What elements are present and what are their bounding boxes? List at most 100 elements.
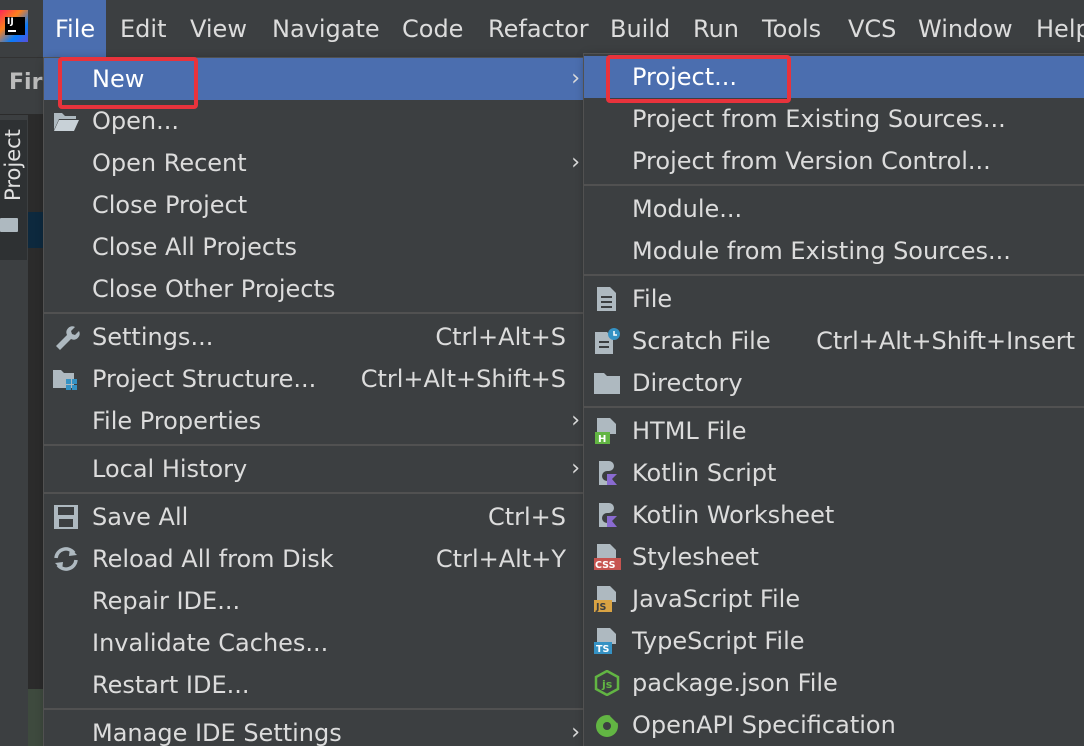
submenu-item-openapi-specification[interactable]: OpenAPI Specification — [584, 704, 1084, 746]
menu-separator — [44, 708, 583, 710]
menu-item-label: package.json File — [632, 669, 838, 697]
menu-item-settings[interactable]: Settings... Ctrl+Alt+S — [44, 316, 583, 358]
package-json-icon: js — [594, 670, 620, 696]
menu-item-file-properties[interactable]: File Properties › — [44, 400, 583, 442]
menu-item-label: Scratch File — [632, 327, 771, 355]
menu-item-label: Save All — [92, 503, 189, 531]
menu-separator — [44, 444, 583, 446]
menu-item-restart-ide[interactable]: Restart IDE... — [44, 664, 583, 706]
menu-item-label: Project from Version Control... — [632, 147, 991, 175]
chevron-right-icon: › — [571, 150, 580, 175]
menu-item-project-structure[interactable]: Project Structure... Ctrl+Alt+Shift+S — [44, 358, 583, 400]
svg-text:js: js — [601, 678, 613, 691]
menu-edit[interactable]: Edit — [120, 0, 166, 57]
menu-item-label: Restart IDE... — [92, 671, 250, 699]
wrench-icon — [56, 326, 80, 350]
menu-item-label: Project from Existing Sources... — [632, 105, 1006, 133]
svg-text:CSS: CSS — [595, 560, 616, 570]
javascript-file-icon: JS — [594, 586, 616, 612]
shortcut-text: Ctrl+S — [487, 503, 566, 531]
new-submenu: Project... Project from Existing Sources… — [583, 53, 1084, 746]
project-tab-label: Project — [1, 129, 25, 201]
chevron-right-icon: › — [571, 66, 580, 91]
menu-help[interactable]: Help — [1036, 0, 1084, 57]
menu-item-label: Project... — [632, 63, 737, 91]
menu-item-close-other-projects[interactable]: Close Other Projects — [44, 268, 583, 310]
menu-code[interactable]: Code — [402, 0, 463, 57]
submenu-item-package-json-file[interactable]: js package.json File — [584, 662, 1084, 704]
save-icon — [54, 505, 78, 529]
menu-vcs[interactable]: VCS — [848, 0, 896, 57]
menu-item-close-project[interactable]: Close Project — [44, 184, 583, 226]
submenu-item-project[interactable]: Project... — [584, 56, 1084, 98]
menu-item-reload-all-from-disk[interactable]: Reload All from Disk Ctrl+Alt+Y — [44, 538, 583, 580]
menu-item-label: Project Structure... — [92, 365, 317, 393]
submenu-item-html-file[interactable]: H HTML File — [584, 410, 1084, 452]
menu-separator — [44, 492, 583, 494]
menu-item-label: JavaScript File — [632, 585, 801, 613]
chevron-right-icon: › — [571, 720, 580, 745]
menu-item-local-history[interactable]: Local History › — [44, 448, 583, 490]
menu-item-label: File Properties — [92, 407, 262, 435]
selected-tree-row[interactable] — [28, 212, 44, 248]
svg-text:H: H — [598, 434, 606, 444]
menu-item-label: File — [632, 285, 673, 313]
chevron-right-icon: › — [571, 408, 580, 433]
menu-item-manage-ide-settings[interactable]: Manage IDE Settings › — [44, 712, 583, 746]
submenu-item-project-from-existing-sources[interactable]: Project from Existing Sources... — [584, 98, 1084, 140]
scratch-file-icon — [595, 328, 620, 354]
menu-navigate[interactable]: Navigate — [272, 0, 380, 57]
submenu-item-stylesheet[interactable]: CSS Stylesheet — [584, 536, 1084, 578]
menu-item-repair-ide[interactable]: Repair IDE... — [44, 580, 583, 622]
menu-item-label: OpenAPI Specification — [632, 711, 896, 739]
ide-window: Firs Project IJ File Edit View Navigate … — [0, 0, 1084, 746]
submenu-item-file[interactable]: File — [584, 278, 1084, 320]
menu-window[interactable]: Window — [918, 0, 1013, 57]
chevron-right-icon: › — [571, 456, 580, 481]
submenu-item-scratch-file[interactable]: Scratch File Ctrl+Alt+Shift+Insert — [584, 320, 1084, 362]
submenu-item-module-from-existing-sources[interactable]: Module from Existing Sources... — [584, 230, 1084, 272]
menu-item-open-recent[interactable]: Open Recent › — [44, 142, 583, 184]
reload-icon — [54, 547, 78, 571]
submenu-item-javascript-file[interactable]: JS JavaScript File — [584, 578, 1084, 620]
menu-file[interactable]: File — [43, 0, 106, 57]
submenu-item-kotlin-script[interactable]: Kotlin Script — [584, 452, 1084, 494]
menu-item-label: Kotlin Worksheet — [632, 501, 835, 529]
submenu-item-module[interactable]: Module... — [584, 188, 1084, 230]
main-menu-bar: IJ File Edit View Navigate Code Refactor… — [0, 0, 1084, 58]
submenu-item-project-from-version-control[interactable]: Project from Version Control... — [584, 140, 1084, 182]
menu-separator — [584, 406, 1084, 408]
directory-icon — [594, 373, 620, 394]
submenu-item-typescript-file[interactable]: TS TypeScript File — [584, 620, 1084, 662]
menu-item-label: Close Project — [92, 191, 248, 219]
menu-item-new[interactable]: New › — [44, 58, 583, 100]
file-icon — [597, 287, 616, 311]
menu-item-label: New — [92, 65, 145, 93]
menu-item-label: Open... — [92, 107, 179, 135]
submenu-item-directory[interactable]: Directory — [584, 362, 1084, 404]
menu-build[interactable]: Build — [610, 0, 670, 57]
project-panel — [28, 114, 44, 746]
menu-run[interactable]: Run — [693, 0, 739, 57]
menu-item-label: Close Other Projects — [92, 275, 336, 303]
menu-item-label: Repair IDE... — [92, 587, 241, 615]
menu-item-close-all-projects[interactable]: Close All Projects — [44, 226, 583, 268]
menu-item-save-all[interactable]: Save All Ctrl+S — [44, 496, 583, 538]
folder-open-icon — [54, 113, 79, 131]
openapi-icon — [596, 713, 620, 737]
menu-item-invalidate-caches[interactable]: Invalidate Caches... — [44, 622, 583, 664]
menu-item-label: Open Recent — [92, 149, 247, 177]
menu-item-label: Settings... — [92, 323, 214, 351]
project-structure-icon — [53, 370, 77, 390]
menu-item-label: HTML File — [632, 417, 747, 445]
menu-refactor[interactable]: Refactor — [488, 0, 589, 57]
shortcut-text: Ctrl+Alt+Shift+S — [360, 365, 566, 393]
menu-item-label: Manage IDE Settings — [92, 719, 342, 746]
menu-tools[interactable]: Tools — [762, 0, 821, 57]
menu-view[interactable]: View — [190, 0, 247, 57]
menu-item-label: Reload All from Disk — [92, 545, 334, 573]
menu-item-open[interactable]: Open... — [44, 100, 583, 142]
shortcut-text: Ctrl+Alt+Shift+Insert — [816, 327, 1075, 355]
kotlin-script-icon — [599, 461, 617, 485]
submenu-item-kotlin-worksheet[interactable]: Kotlin Worksheet — [584, 494, 1084, 536]
